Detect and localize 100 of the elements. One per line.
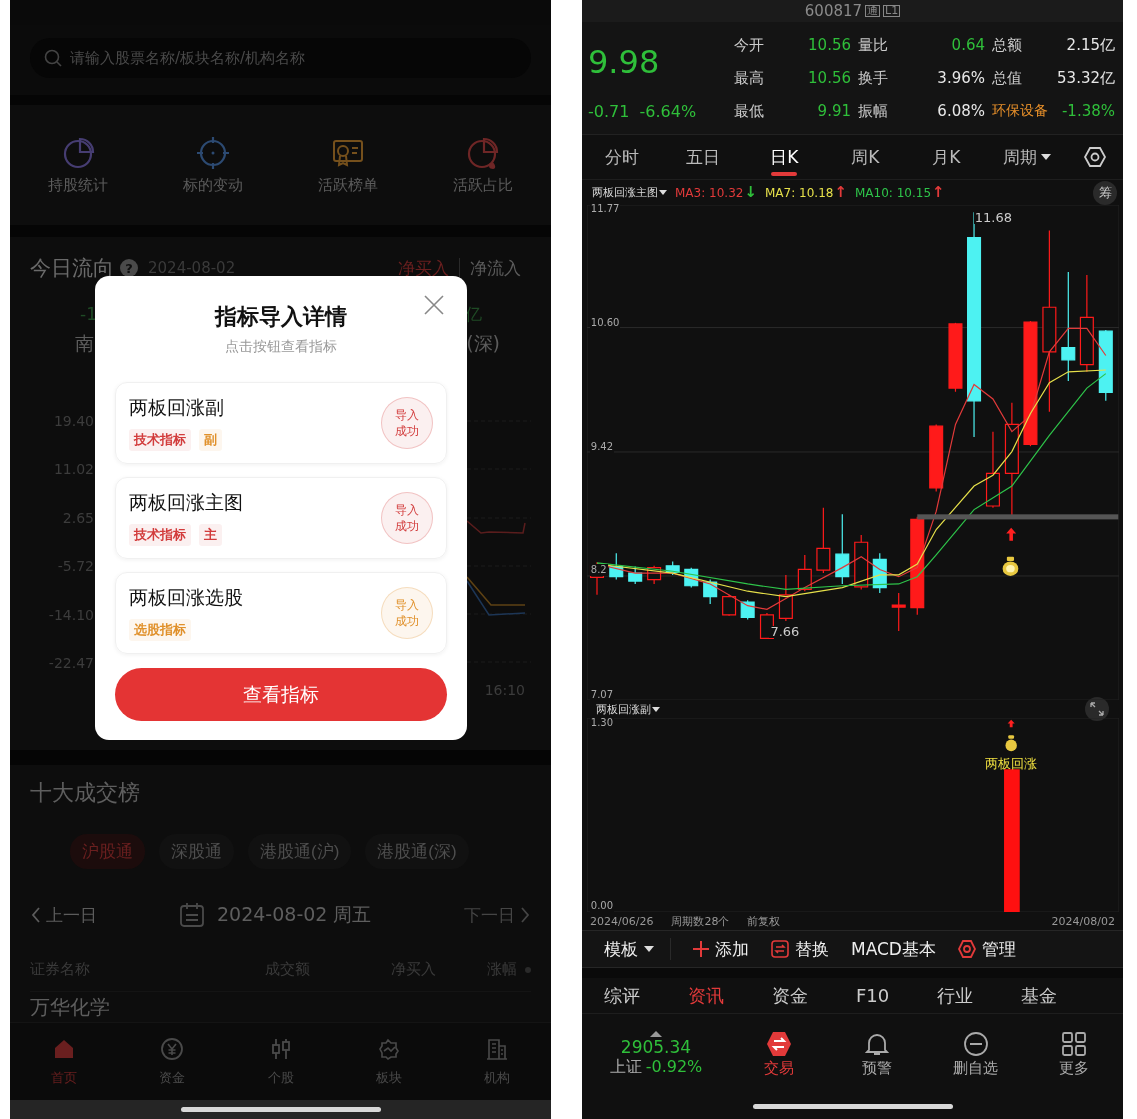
candlestick — [665, 560, 680, 576]
candlestick — [647, 565, 662, 585]
candlestick — [609, 552, 624, 581]
date-label: 2024/06/26 — [590, 914, 654, 928]
indicator-card[interactable]: 两板回涨选股 选股指标 导入成功 — [115, 572, 447, 654]
toolbar-button[interactable]: 模板 — [604, 937, 654, 961]
candlestick — [948, 322, 963, 393]
stat-value: 6.08% — [936, 102, 985, 120]
tag: 主 — [199, 524, 222, 546]
status-stamp: 导入成功 — [381, 397, 433, 449]
candlestick — [797, 554, 812, 592]
indicator-name: 两板回涨选股 — [129, 585, 243, 610]
indicator-selector[interactable]: 两板回涨副 — [596, 701, 660, 717]
stock-code: 600817 — [804, 2, 863, 20]
adjust-label: 前复权 — [747, 913, 781, 929]
index-name: 上证 — [609, 1056, 642, 1078]
tag: 副 — [199, 429, 222, 451]
axis-label: 9.42 — [589, 440, 615, 453]
search-icon — [44, 49, 62, 67]
period-tab[interactable]: 分时 — [582, 134, 663, 180]
indicator-card[interactable]: 两板回涨主图 技术指标 主 导入成功 — [115, 477, 447, 559]
period-count: 周期数28个 — [671, 913, 730, 929]
exchange-icon — [766, 1030, 793, 1057]
candlestick — [703, 579, 718, 605]
ma-value: MA10: 10.15 — [855, 185, 932, 200]
action-button[interactable]: 预警 — [828, 1030, 927, 1078]
ma-value: MA3: 10.32 — [675, 185, 744, 200]
info-tab[interactable]: F10 — [856, 985, 890, 1006]
sector-map-icon — [376, 1036, 401, 1061]
caret-up-icon — [650, 1030, 662, 1037]
indicator-selector[interactable]: 两板回涨主图 — [592, 185, 667, 200]
period-tab[interactable]: 五日 — [662, 134, 744, 180]
chevron-left-icon — [30, 906, 42, 924]
money-bag-icon — [1005, 735, 1017, 752]
info-tab[interactable]: 综评 — [604, 983, 640, 1008]
stat-label: 总额 — [991, 35, 1023, 55]
pie-chart-flame-icon — [466, 135, 501, 170]
caret-icon — [652, 706, 660, 712]
flow-label: (深) — [466, 331, 500, 356]
date-label: 2024-08-02 周五 — [217, 902, 372, 927]
trend-arrow: ↑ — [834, 185, 847, 200]
date-label: 2024/08/02 — [1051, 914, 1115, 928]
period-dropdown[interactable]: 周期 — [986, 134, 1068, 180]
chevron-right-icon — [519, 906, 531, 924]
expand-icon — [1090, 702, 1104, 716]
calendar-icon[interactable] — [179, 902, 205, 928]
period-tab[interactable]: 日K — [743, 134, 825, 180]
price-marker-label: 7.66 — [769, 625, 801, 638]
toolbar-button[interactable]: 添加 — [693, 937, 749, 961]
expand-button[interactable] — [1085, 697, 1109, 721]
info-tab[interactable]: 基金 — [1021, 983, 1058, 1008]
stat-value: 3.96% — [936, 69, 985, 87]
stat-value: 10.56 — [807, 36, 851, 54]
toolbar-button[interactable]: 管理 — [957, 937, 1016, 961]
flow-value: -1 — [80, 304, 97, 324]
period-tab[interactable]: 月K — [905, 134, 987, 180]
scroll-dot-icon — [525, 966, 531, 973]
indicator-card[interactable]: 两板回涨副 技术指标 副 导入成功 — [115, 382, 447, 464]
info-tab[interactable]: 资讯 — [688, 983, 724, 1008]
action-button[interactable]: 交易 — [730, 1030, 829, 1078]
arrow-up-icon — [1007, 719, 1015, 728]
arrow-up-icon — [1006, 527, 1017, 541]
trend-arrow: ↑ — [932, 185, 945, 200]
status-stamp: 导入成功 — [381, 587, 433, 639]
action-button[interactable]: 删自选 — [926, 1030, 1025, 1078]
money-bag-icon — [1002, 556, 1019, 576]
crosshair-icon — [195, 135, 230, 170]
stat-label: 最高 — [733, 68, 765, 88]
index-quote[interactable]: 2905.34 上证 -0.92% — [582, 1030, 730, 1078]
trend-arrow: ↓ — [744, 185, 757, 200]
plus-icon — [693, 941, 709, 957]
price-marker-label: 11.68 — [973, 212, 1013, 225]
info-tab[interactable]: 资金 — [772, 983, 808, 1008]
stock-price: 9.98 — [587, 42, 661, 81]
settings-icon[interactable] — [1083, 146, 1108, 168]
stat-label: 总值 — [991, 68, 1023, 88]
caret-icon — [644, 946, 654, 952]
badge: L1 — [883, 5, 901, 17]
dialog-title: 指标导入详情 — [215, 303, 347, 331]
candlestick — [854, 534, 869, 590]
flow-label: 南 — [75, 331, 94, 356]
chip-distribution-button[interactable]: 筹 — [1093, 180, 1117, 205]
grid-icon — [1060, 1030, 1087, 1057]
action-button[interactable]: 更多 — [1024, 1030, 1123, 1078]
ma-value: MA7: 10.18 — [765, 185, 834, 200]
info-tab[interactable]: 行业 — [937, 983, 974, 1008]
yen-coin-icon — [160, 1036, 185, 1061]
stat-label: 振幅 — [857, 101, 889, 121]
toolbar-button[interactable]: MACD基本 — [851, 937, 936, 961]
view-indicator-button[interactable]: 查看指标 — [115, 668, 447, 721]
tag: 技术指标 — [129, 524, 191, 546]
section-title: 今日流向 — [30, 255, 114, 282]
sector-link[interactable]: 环保设备 — [985, 102, 1045, 120]
toolbar-button[interactable]: 替换 — [771, 937, 829, 961]
stat-value: -1.38% — [1060, 102, 1115, 120]
settings-icon — [957, 940, 976, 958]
period-tab[interactable]: 周K — [824, 134, 906, 180]
stat-label: 最低 — [733, 101, 765, 121]
price-change: -0.71 -6.64% — [587, 101, 698, 121]
tag: 选股指标 — [129, 619, 191, 641]
